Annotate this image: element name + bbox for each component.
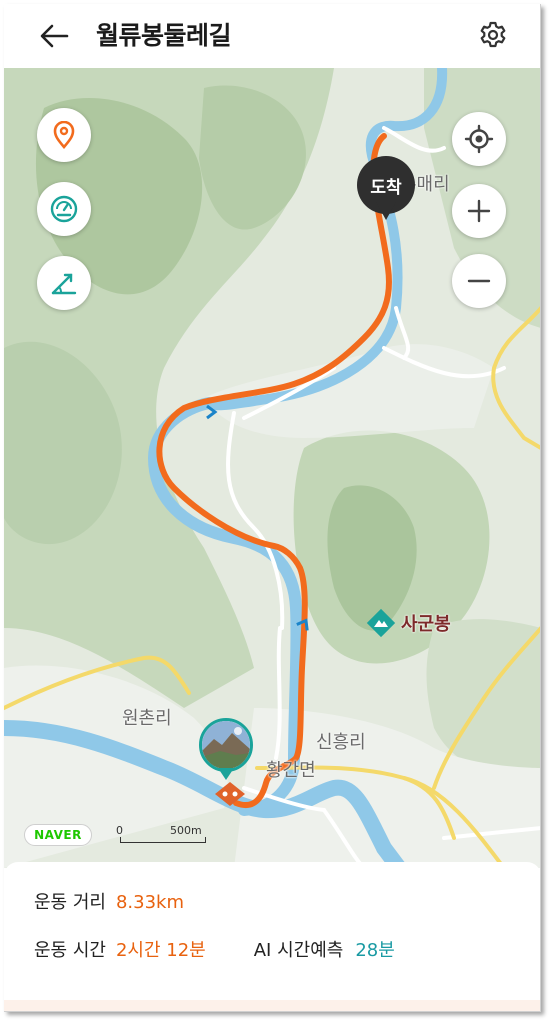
naver-logo: NAVER — [24, 824, 92, 846]
zoom-out-icon — [467, 279, 491, 283]
mountain-icon — [366, 608, 396, 638]
speedometer-icon — [50, 195, 78, 223]
slope-icon — [51, 273, 77, 295]
bottom-strip — [4, 1000, 540, 1011]
time-value: 2시간 12분 — [115, 940, 206, 961]
location-pin-icon — [53, 121, 75, 149]
stats-panel: 운동 거리 8.33km 운동 시간 2시간 12분 AI 시간예측 28분 — [4, 862, 540, 1011]
location-pin-button[interactable] — [37, 108, 91, 162]
distance-row: 운동 거리 8.33km — [34, 888, 184, 914]
my-location-icon — [464, 124, 494, 154]
speedometer-button[interactable] — [37, 182, 91, 236]
time-row: 운동 시간 2시간 12분 AI 시간예측 28분 — [34, 936, 395, 962]
map-view[interactable]: 우매리 원촌리 신흥리 황간면 사군봉 도착 NAVER 0 500m — [4, 68, 540, 868]
photo-marker-tail — [218, 768, 234, 780]
zoom-in-icon — [467, 199, 491, 223]
slope-button[interactable] — [37, 256, 91, 310]
distance-label: 운동 거리 — [34, 892, 106, 913]
map-scale: 0 500m — [116, 824, 212, 848]
app-header: 월류봉둘레길 — [4, 4, 540, 68]
town-label-hwanggan: 황간면 — [266, 760, 316, 781]
gear-icon — [480, 21, 506, 48]
app-frame: 월류봉둘레길 우매리 원촌리 신흥리 황간면 사군봉 도착 NAVER 0 50… — [4, 4, 541, 1012]
photo-thumbnail — [199, 718, 253, 772]
photo-marker[interactable] — [199, 718, 257, 788]
map-canvas — [4, 68, 540, 868]
time-label: 운동 시간 — [34, 940, 106, 961]
back-button[interactable] — [34, 18, 74, 54]
arrival-marker[interactable]: 도착 — [357, 156, 415, 228]
scale-end: 500m — [170, 824, 202, 837]
mountain-label: 사군봉 — [401, 614, 451, 635]
scale-bar — [120, 837, 206, 843]
back-arrow-icon — [40, 24, 69, 48]
page-title: 월류봉둘레길 — [96, 21, 232, 50]
zoom-in-button[interactable] — [452, 184, 506, 238]
start-marker-icon[interactable] — [213, 780, 247, 808]
arrival-marker-tail — [376, 202, 396, 220]
village-label-sinheung: 신흥리 — [316, 732, 366, 753]
ai-estimate-label: AI 시간예측 — [253, 940, 344, 961]
distance-value: 8.33km — [115, 892, 185, 913]
scale-start: 0 — [116, 824, 123, 837]
village-label-wonchon: 원촌리 — [122, 708, 172, 729]
settings-button[interactable] — [474, 16, 512, 54]
ai-estimate-value: 28분 — [355, 940, 395, 961]
my-location-button[interactable] — [452, 112, 506, 166]
zoom-out-button[interactable] — [452, 254, 506, 308]
